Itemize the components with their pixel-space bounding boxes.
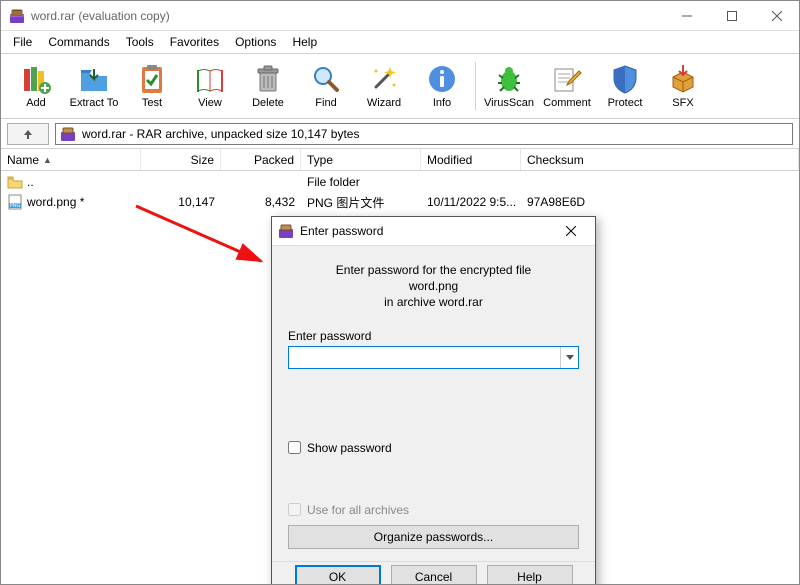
folder-up-icon: [7, 174, 23, 190]
dialog-button-row: OK Cancel Help: [272, 561, 595, 585]
dialog-body: Enter password for the encrypted file wo…: [272, 246, 595, 561]
column-checksum[interactable]: Checksum: [521, 149, 799, 170]
address-bar[interactable]: word.rar - RAR archive, unpacked size 10…: [55, 123, 793, 145]
organize-passwords-button[interactable]: Organize passwords...: [288, 525, 579, 549]
window-title: word.rar (evaluation copy): [31, 9, 170, 23]
info-icon: [426, 63, 458, 95]
toolbar-protect-label: Protect: [608, 97, 643, 109]
password-combobox[interactable]: [288, 346, 579, 369]
column-size[interactable]: Size: [141, 149, 221, 170]
minimize-button[interactable]: [664, 1, 709, 31]
toolbar-virusscan-label: VirusScan: [484, 97, 534, 109]
show-password-checkbox[interactable]: Show password: [288, 439, 579, 457]
toolbar-comment-label: Comment: [543, 97, 591, 109]
menu-options[interactable]: Options: [227, 33, 284, 51]
close-button[interactable]: [754, 1, 799, 31]
column-header: Name ▲ Size Packed Type Modified Checksu…: [1, 149, 799, 171]
archive-icon: [278, 223, 294, 239]
folder-extract-icon: [78, 63, 110, 95]
toolbar-add[interactable]: Add: [8, 56, 64, 116]
use-for-all-input[interactable]: [288, 503, 301, 516]
svg-text:PNG: PNG: [10, 203, 21, 209]
password-input[interactable]: [289, 347, 560, 368]
toolbar-view[interactable]: View: [182, 56, 238, 116]
toolbar-find[interactable]: Find: [298, 56, 354, 116]
archive-icon: [60, 126, 76, 142]
toolbar-delete-label: Delete: [252, 97, 284, 109]
clipboard-check-icon: [136, 63, 168, 95]
toolbar-delete[interactable]: Delete: [240, 56, 296, 116]
up-arrow-icon: [21, 127, 35, 141]
winrar-window: word.rar (evaluation copy) File Commands…: [0, 0, 800, 585]
toolbar-wizard-label: Wizard: [367, 97, 401, 109]
maximize-button[interactable]: [709, 1, 754, 31]
toolbar-comment[interactable]: Comment: [539, 56, 595, 116]
toolbar-view-label: View: [198, 97, 222, 109]
books-add-icon: [20, 63, 52, 95]
column-modified[interactable]: Modified: [421, 149, 521, 170]
up-button[interactable]: [7, 123, 49, 145]
toolbar-wizard[interactable]: Wizard: [356, 56, 412, 116]
use-for-all-checkbox[interactable]: Use for all archives: [288, 501, 579, 519]
column-name[interactable]: Name ▲: [1, 149, 141, 170]
toolbar-info[interactable]: Info: [414, 56, 470, 116]
toolbar-extract-label: Extract To: [70, 97, 119, 109]
menu-file[interactable]: File: [5, 33, 40, 51]
bug-icon: [493, 63, 525, 95]
wand-icon: [368, 63, 400, 95]
dialog-title: Enter password: [300, 224, 383, 238]
menu-help[interactable]: Help: [284, 33, 325, 51]
toolbar-test-label: Test: [142, 97, 162, 109]
password-field-label: Enter password: [288, 329, 579, 343]
cancel-button[interactable]: Cancel: [391, 565, 477, 585]
toolbar-virusscan[interactable]: VirusScan: [481, 56, 537, 116]
help-button[interactable]: Help: [487, 565, 573, 585]
sort-asc-icon: ▲: [43, 155, 52, 165]
toolbar-extract[interactable]: Extract To: [66, 56, 122, 116]
list-item-parent[interactable]: .. File folder: [1, 172, 799, 192]
dialog-message: Enter password for the encrypted file wo…: [288, 262, 579, 311]
password-dropdown-arrow[interactable]: [560, 347, 578, 368]
list-item-file[interactable]: PNG word.png * 10,147 8,432 PNG 图片文件 10/…: [1, 192, 799, 212]
toolbar-add-label: Add: [26, 97, 46, 109]
column-type[interactable]: Type: [301, 149, 421, 170]
menubar: File Commands Tools Favorites Options He…: [1, 31, 799, 53]
note-pencil-icon: [551, 63, 583, 95]
address-row: word.rar - RAR archive, unpacked size 10…: [1, 119, 799, 149]
book-open-icon: [194, 63, 226, 95]
password-dialog: Enter password Enter password for the en…: [271, 216, 596, 585]
trash-icon: [252, 63, 284, 95]
ok-button[interactable]: OK: [295, 565, 381, 585]
toolbar-find-label: Find: [315, 97, 336, 109]
titlebar: word.rar (evaluation copy): [1, 1, 799, 31]
magnifier-icon: [310, 63, 342, 95]
png-file-icon: PNG: [7, 194, 23, 210]
toolbar: Add Extract To Test View Delete: [1, 53, 799, 119]
menu-tools[interactable]: Tools: [118, 33, 162, 51]
box-arrow-icon: [667, 63, 699, 95]
chevron-down-icon: [566, 355, 574, 360]
toolbar-protect[interactable]: Protect: [597, 56, 653, 116]
menu-favorites[interactable]: Favorites: [162, 33, 227, 51]
address-text: word.rar - RAR archive, unpacked size 10…: [82, 127, 359, 141]
column-packed[interactable]: Packed: [221, 149, 301, 170]
toolbar-sfx[interactable]: SFX: [655, 56, 711, 116]
show-password-input[interactable]: [288, 441, 301, 454]
toolbar-sfx-label: SFX: [672, 97, 693, 109]
menu-commands[interactable]: Commands: [40, 33, 117, 51]
dialog-titlebar: Enter password: [272, 217, 595, 246]
shield-icon: [609, 63, 641, 95]
toolbar-info-label: Info: [433, 97, 451, 109]
dialog-close-button[interactable]: [553, 217, 589, 245]
app-icon: [9, 8, 25, 24]
toolbar-separator: [475, 62, 476, 110]
toolbar-test[interactable]: Test: [124, 56, 180, 116]
